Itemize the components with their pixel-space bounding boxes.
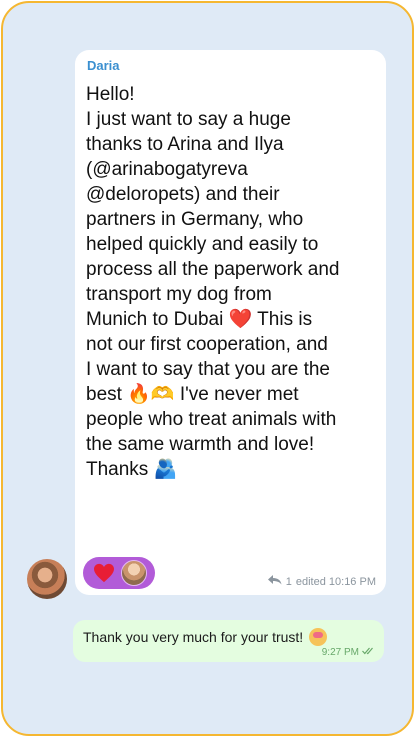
incoming-message-bubble[interactable]: Daria Hello! I just want to say a huge t…	[75, 50, 386, 595]
hug-emoji: 🫂	[153, 459, 178, 480]
sender-name[interactable]: Daria	[87, 58, 120, 73]
reactor-avatar[interactable]	[121, 560, 147, 586]
reaction-pill[interactable]	[83, 557, 155, 589]
fire-emoji: 🔥	[127, 384, 151, 405]
message-text: Hello! I just want to say a huge thanks …	[86, 84, 340, 480]
heart-hands-emoji: 🫶	[150, 384, 175, 405]
outgoing-message-meta: 9:27 PM	[322, 647, 376, 658]
sender-avatar[interactable]	[27, 559, 67, 599]
message-meta: 1 edited 10:16 PM	[267, 575, 376, 588]
red-heart-emoji: ❤️	[228, 309, 253, 330]
chat-frame: Daria Hello! I just want to say a huge t…	[1, 1, 414, 736]
heart-icon	[93, 562, 115, 584]
reply-icon	[267, 575, 282, 588]
smiling-face-emoji	[309, 628, 328, 646]
double-check-icon	[362, 647, 376, 658]
edited-timestamp: edited 10:16 PM	[295, 575, 376, 588]
outgoing-message-text: Thank you very much for your trust!	[83, 628, 328, 646]
outgoing-message-bubble[interactable]: Thank you very much for your trust! 9:27…	[73, 620, 384, 662]
replies-count[interactable]: 1	[286, 576, 292, 588]
outgoing-timestamp: 9:27 PM	[321, 647, 359, 658]
